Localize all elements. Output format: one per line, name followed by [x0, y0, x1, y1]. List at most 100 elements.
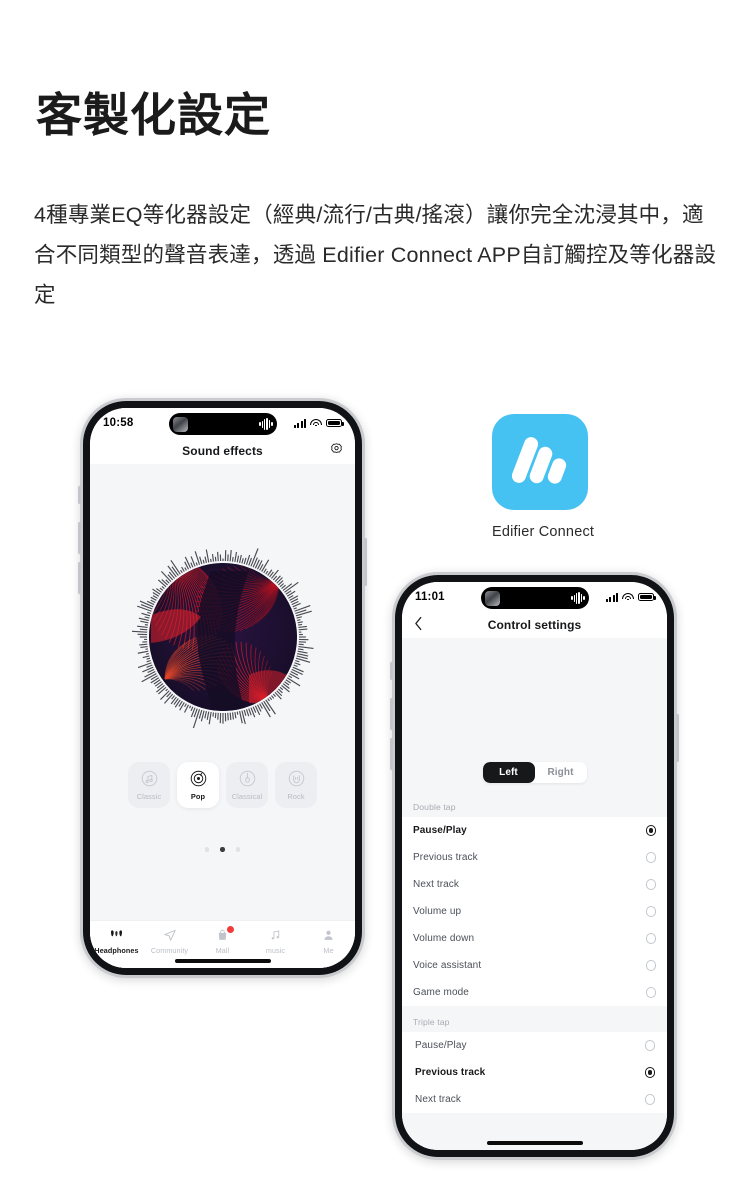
- phone1-screen: 10:58 Sound effects Classic Pop Classica…: [90, 408, 355, 968]
- option-row[interactable]: Pause/Play: [402, 1032, 667, 1059]
- radio-button[interactable]: [645, 852, 656, 863]
- page-title: 客製化設定: [36, 89, 271, 141]
- gear-icon[interactable]: [330, 442, 343, 460]
- option-row[interactable]: Pause/Play: [402, 817, 667, 844]
- violin-icon: [239, 770, 255, 787]
- option-row[interactable]: Previous track: [402, 1059, 667, 1086]
- notification-badge: [226, 925, 235, 934]
- sound-effects-body: Classic Pop Classical Rock Headphones Co…: [90, 464, 355, 968]
- power-button[interactable]: [676, 714, 679, 762]
- double-tap-option-list: Pause/Play Previous track Next track Vol…: [402, 817, 667, 1006]
- mute-switch[interactable]: [78, 486, 81, 504]
- album-artwork: [148, 563, 297, 711]
- power-button[interactable]: [364, 538, 367, 586]
- now-playing-thumbnail: [484, 590, 500, 606]
- segment-right[interactable]: Right: [535, 762, 587, 783]
- option-label: Pause/Play: [415, 1040, 467, 1051]
- mute-switch[interactable]: [390, 662, 393, 680]
- option-row[interactable]: Volume up: [402, 898, 667, 925]
- option-row[interactable]: Volume down: [402, 925, 667, 952]
- volume-up-button[interactable]: [78, 522, 81, 554]
- volume-down-button[interactable]: [390, 738, 393, 770]
- music-note-icon: [269, 927, 282, 943]
- tab-label: Community: [150, 946, 189, 955]
- radio-button[interactable]: [644, 1040, 655, 1051]
- phone-bezel: 10:58 Sound effects Classic Pop Classica…: [83, 401, 362, 975]
- triple-tap-option-list: Pause/Play Previous track Next track: [402, 1032, 667, 1113]
- page-dot-active[interactable]: [220, 847, 225, 852]
- app-name-label: Edifier Connect: [492, 524, 595, 540]
- tab-me[interactable]: Me: [302, 927, 355, 955]
- eq-preset-label: Classical: [231, 792, 263, 801]
- radio-button[interactable]: [645, 987, 656, 998]
- status-bar: 11:01: [402, 582, 667, 612]
- tab-music[interactable]: music: [249, 927, 302, 955]
- radio-button[interactable]: [645, 825, 656, 836]
- nav-bar: Control settings: [402, 612, 667, 638]
- nav-bar: Sound effects: [90, 438, 355, 464]
- person-icon: [322, 927, 335, 943]
- option-label: Next track: [413, 879, 460, 890]
- page-indicator[interactable]: [90, 847, 355, 852]
- home-indicator[interactable]: [174, 959, 271, 963]
- nav-title: Control settings: [487, 618, 582, 632]
- option-row[interactable]: Voice assistant: [402, 952, 667, 979]
- eq-preset-label: Pop: [190, 792, 206, 801]
- dynamic-island[interactable]: [168, 413, 277, 435]
- radio-button[interactable]: [644, 1094, 655, 1105]
- phone-bezel: 11:01 Control settings Left Right Double…: [395, 575, 674, 1157]
- eq-preset-classic[interactable]: Classic: [128, 762, 170, 808]
- radio-button[interactable]: [645, 906, 656, 917]
- option-label: Volume up: [413, 906, 462, 917]
- audio-waveform-icon: [571, 592, 585, 604]
- dynamic-island[interactable]: [480, 587, 589, 609]
- eq-preset-classical[interactable]: Classical: [226, 762, 268, 808]
- wifi-icon: [622, 592, 634, 602]
- phone-mockup-sound-effects: 10:58 Sound effects Classic Pop Classica…: [78, 398, 367, 978]
- option-label: Voice assistant: [413, 960, 482, 971]
- volume-up-button[interactable]: [390, 698, 393, 730]
- earbud-side-segment: Left Right: [402, 762, 667, 783]
- phone2-screen: 11:01 Control settings Left Right Double…: [402, 582, 667, 1150]
- edifier-logo-icon[interactable]: [492, 414, 588, 510]
- settings-sections: Double tap Pause/Play Previous track Nex…: [402, 794, 667, 1113]
- option-row[interactable]: Next track: [402, 871, 667, 898]
- page-dot[interactable]: [204, 847, 210, 852]
- tab-label: Headphones: [94, 946, 139, 955]
- phone-mockup-control-settings: 11:01 Control settings Left Right Double…: [390, 572, 679, 1160]
- radio-button[interactable]: [645, 960, 656, 971]
- page-dot[interactable]: [235, 847, 241, 852]
- radio-button[interactable]: [645, 879, 656, 890]
- cellular-signal-icon: [605, 592, 618, 602]
- control-settings-body: Left Right Double tap Pause/Play Previou…: [402, 638, 667, 1150]
- tab-community[interactable]: Community: [143, 927, 196, 955]
- shopping-bag-icon: [216, 925, 235, 943]
- tab-headphones[interactable]: Headphones: [90, 927, 143, 955]
- eq-preset-label: Classic: [136, 792, 162, 801]
- section-header-double-tap: Double tap: [402, 794, 667, 817]
- home-indicator[interactable]: [486, 1141, 583, 1145]
- eq-preset-rock[interactable]: Rock: [275, 762, 317, 808]
- now-playing-thumbnail: [172, 416, 188, 432]
- segment-left[interactable]: Left: [482, 762, 535, 783]
- option-label: Previous track: [413, 852, 478, 863]
- rock-hand-icon: [288, 770, 304, 787]
- option-label: Game mode: [413, 987, 469, 998]
- eq-preset-pop[interactable]: Pop: [177, 762, 219, 808]
- radio-button[interactable]: [645, 933, 656, 944]
- radio-button[interactable]: [644, 1067, 655, 1078]
- wifi-icon: [310, 418, 322, 428]
- earbuds-icon: [109, 927, 124, 943]
- tab-mall[interactable]: Mall: [196, 925, 249, 955]
- tab-label: Me: [323, 946, 334, 955]
- volume-down-button[interactable]: [78, 562, 81, 594]
- option-row[interactable]: Next track: [402, 1086, 667, 1113]
- option-row[interactable]: Game mode: [402, 979, 667, 1006]
- send-icon: [163, 927, 177, 943]
- chevron-left-icon[interactable]: [414, 616, 423, 634]
- option-label: Pause/Play: [413, 825, 467, 836]
- status-time: 11:01: [415, 591, 445, 603]
- option-label: Previous track: [415, 1067, 486, 1078]
- option-row[interactable]: Previous track: [402, 844, 667, 871]
- description-text: 4種專業EQ等化器設定（經典/流行/古典/搖滾）讓你完全沈浸其中，適合不同類型的…: [34, 203, 717, 307]
